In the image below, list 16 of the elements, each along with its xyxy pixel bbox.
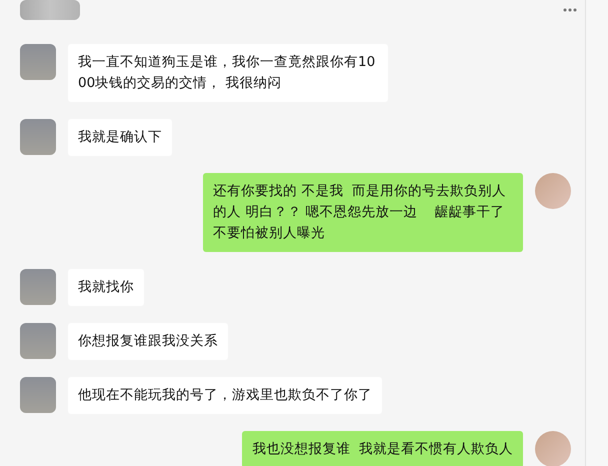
received-message-bubble: 我一直不知道狗玉是谁，我你一查竟然跟你有1000块钱的交易的交情， 我很纳闷 [68, 44, 388, 102]
avatar-placeholder[interactable] [535, 173, 571, 209]
avatar-placeholder[interactable] [20, 323, 56, 359]
received-message-bubble: 我就是确认下 [68, 119, 172, 156]
received-message-bubble: 他现在不能玩我的号了，游戏里也欺负不了你了 [68, 377, 382, 414]
avatar-placeholder[interactable] [535, 431, 571, 466]
sent-message-bubble: 我也没想报复谁 我就是看不惯有人欺负人 [242, 431, 523, 466]
avatar-placeholder[interactable] [20, 44, 56, 80]
contact-name-placeholder [20, 0, 80, 20]
avatar-placeholder[interactable] [20, 377, 56, 413]
sent-message-bubble: 还有你要找的 不是我 而是用你的号去欺负别人的人 明白？？ 嗯不恩怨先放一边 龌龊事干了不要怕被别人曝光 [203, 173, 523, 252]
more-icon[interactable] [563, 8, 577, 12]
received-message-bubble: 我就找你 [68, 269, 144, 306]
avatar-placeholder[interactable] [20, 269, 56, 305]
received-message-bubble: 你想报复谁跟我没关系 [68, 323, 228, 360]
avatar-placeholder[interactable] [20, 119, 56, 155]
